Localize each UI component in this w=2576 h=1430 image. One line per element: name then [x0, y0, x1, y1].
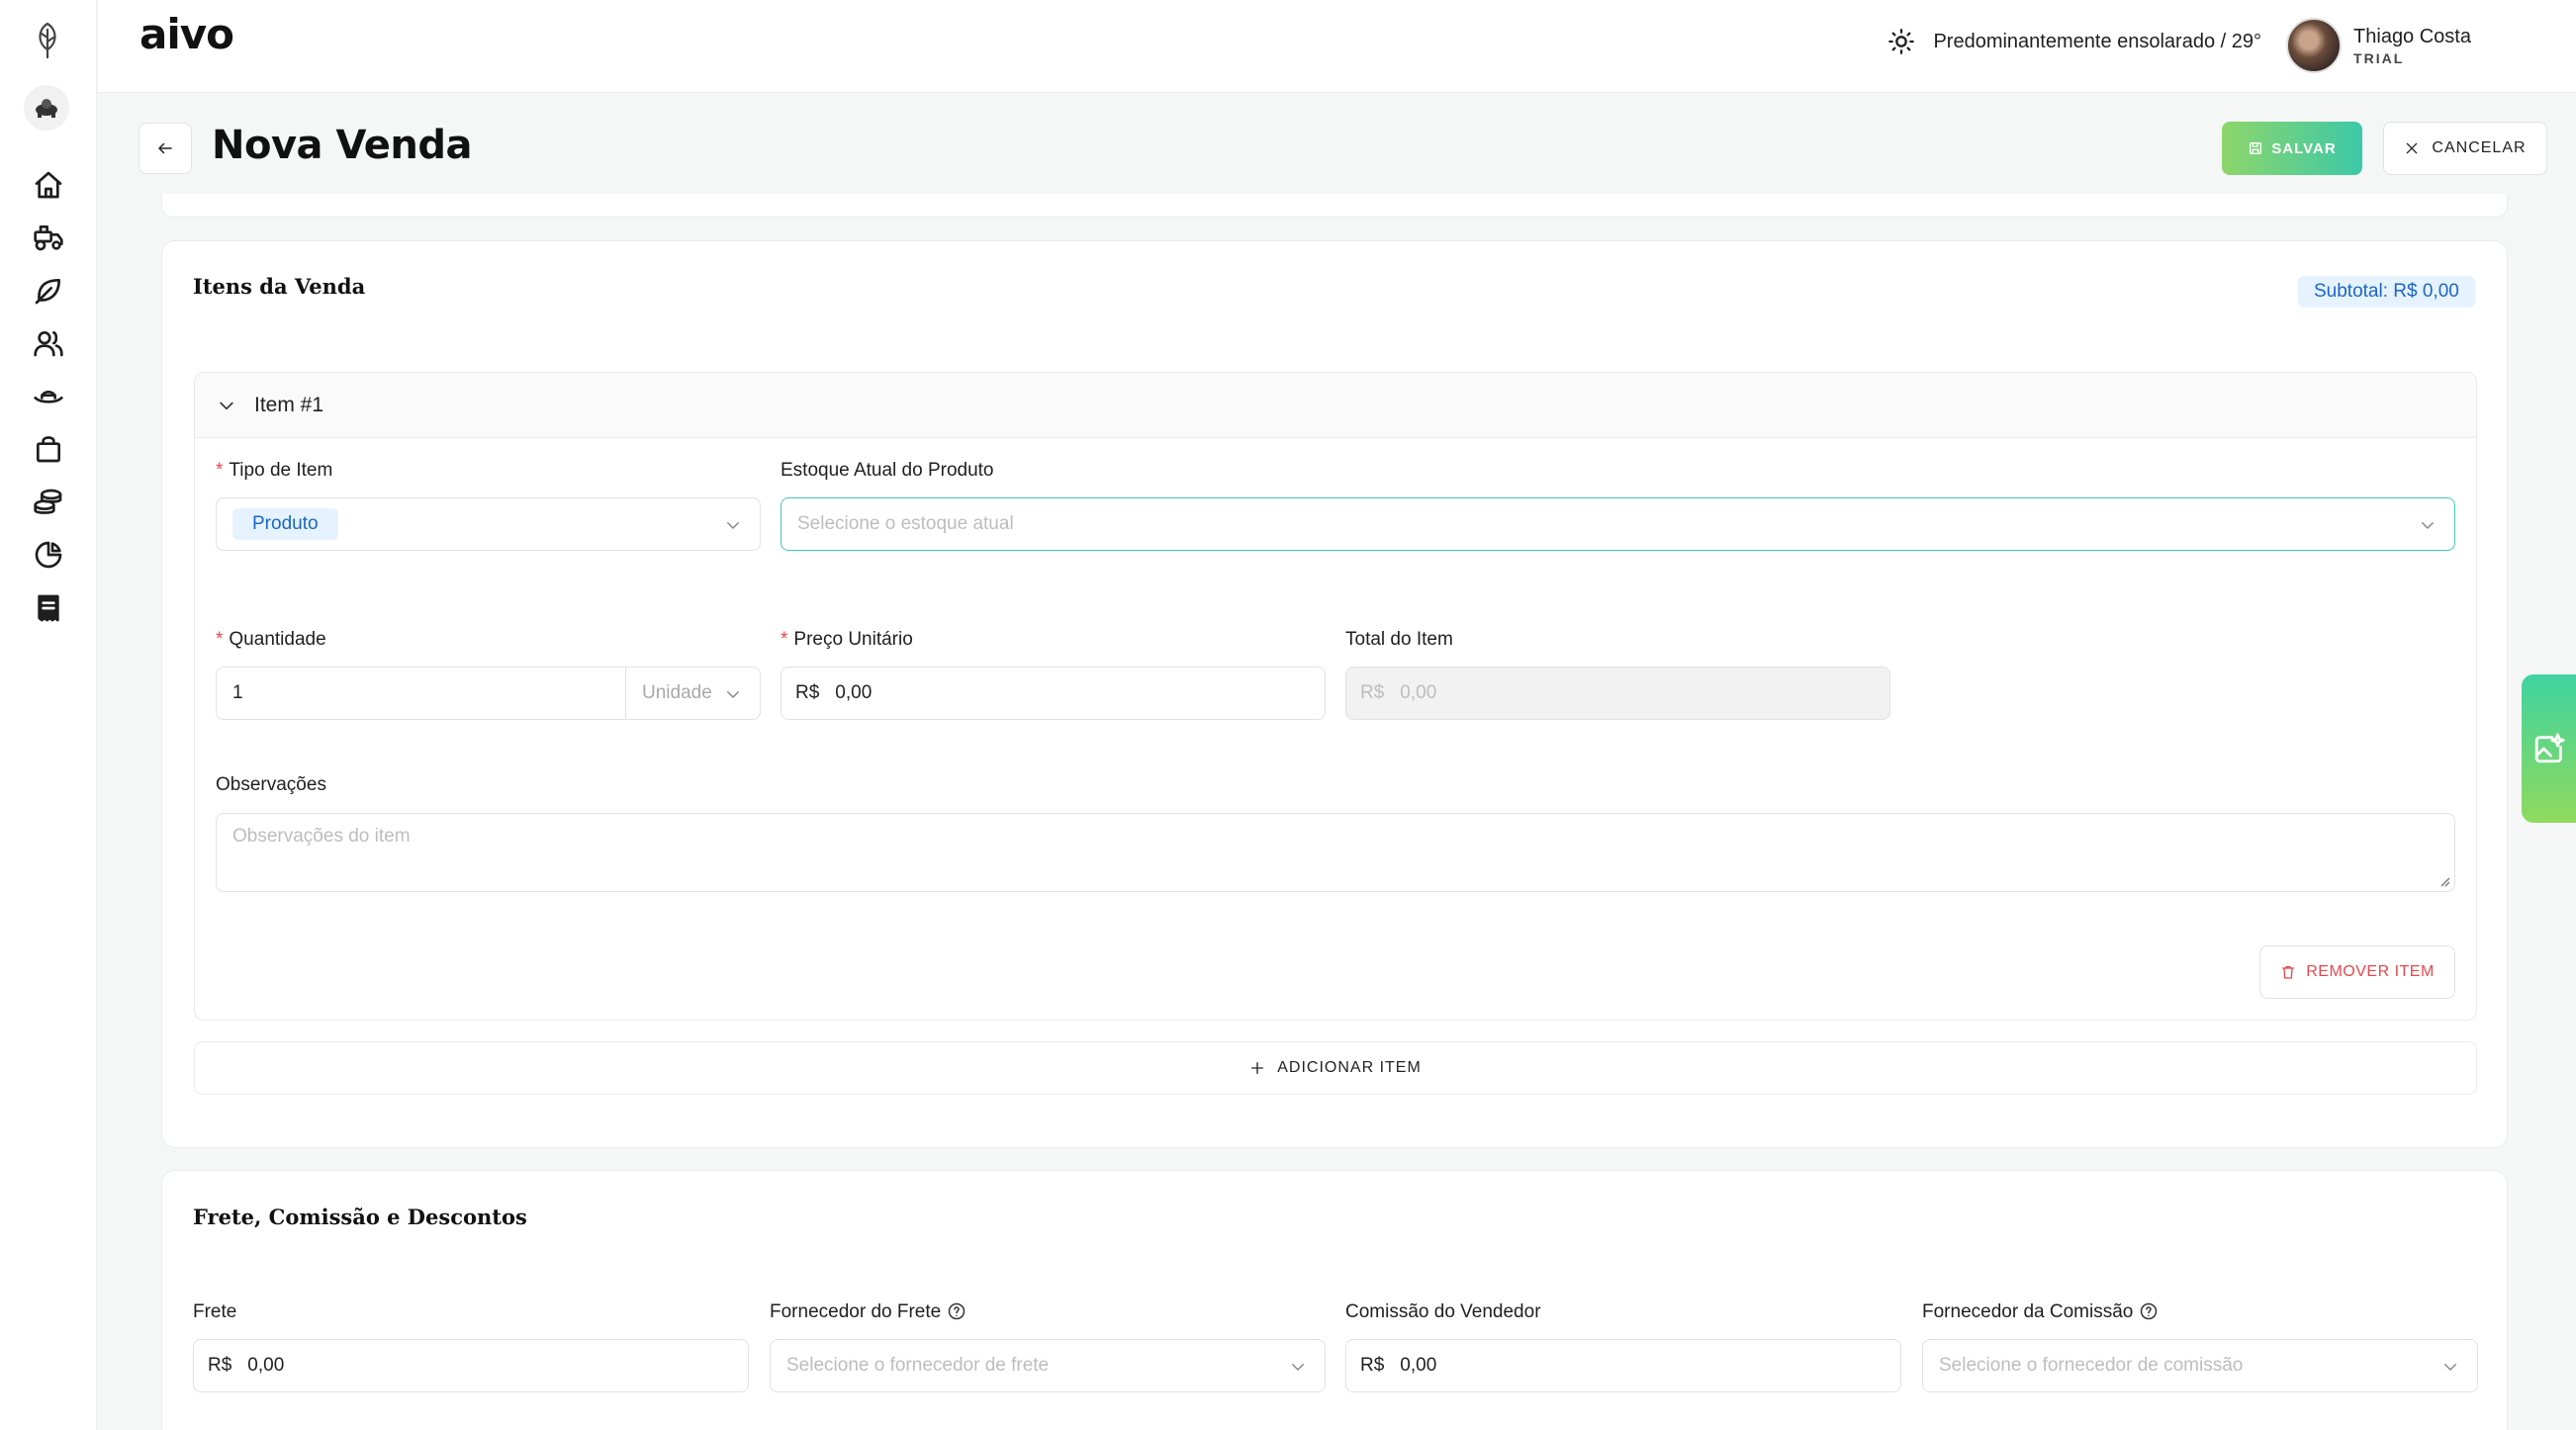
obs-textarea[interactable]: Observações do item [216, 813, 2455, 892]
estoque-select[interactable]: Selecione o estoque atual [781, 497, 2455, 551]
save-button[interactable]: SALVAR [2222, 122, 2362, 175]
avatar[interactable] [2286, 18, 2343, 73]
fornecedor-comissao-label: Fornecedor da Comissão [1922, 1301, 2159, 1323]
plant-logo-icon[interactable] [28, 18, 67, 61]
top-bar: aivo Predominantemente ensolarado / 29° … [98, 0, 2576, 93]
back-button[interactable] [138, 123, 192, 174]
quantidade-value: 1 [232, 682, 243, 703]
comissao-label: Comissão do Vendedor [1345, 1301, 1541, 1322]
coins-icon[interactable] [30, 484, 67, 521]
total-value: 0,00 [1400, 682, 1437, 703]
comissao-input[interactable]: R$ 0,00 [1345, 1339, 1901, 1392]
preco-value: 0,00 [835, 682, 873, 703]
help-circle-icon[interactable] [947, 1301, 966, 1321]
currency-prefix: R$ [1360, 682, 1385, 703]
cancel-label: CANCELAR [2432, 139, 2527, 156]
obs-label: Observações [216, 774, 326, 795]
fornecedor-frete-select[interactable]: Selecione o fornecedor de frete [770, 1339, 1326, 1392]
quantidade-input[interactable]: 1 Unidade [216, 667, 761, 720]
weather-widget: Predominantemente ensolarado / 29° [1887, 28, 2261, 55]
chevron-down-icon [727, 522, 739, 529]
item-title: Item #1 [254, 393, 324, 416]
unidade-placeholder: Unidade [642, 682, 712, 703]
help-circle-icon[interactable] [2139, 1301, 2159, 1321]
arrow-left-icon [158, 142, 172, 154]
cancel-button[interactable]: CANCELAR [2383, 122, 2547, 175]
chevron-down-icon[interactable] [217, 396, 236, 415]
close-icon [2407, 142, 2418, 154]
estoque-placeholder: Selecione o estoque atual [797, 513, 1014, 534]
weather-text: Predominantemente ensolarado / 29° [1933, 30, 2261, 52]
page-title: Nova Venda [212, 123, 472, 168]
obs-placeholder: Observações do item [232, 826, 411, 847]
preco-input[interactable]: R$ 0,00 [781, 667, 1326, 720]
frete-value: 0,00 [247, 1355, 285, 1376]
total-label: Total do Item [1345, 629, 1453, 650]
previous-section-card [161, 194, 2508, 218]
sun-icon [1888, 29, 1915, 54]
unidade-select[interactable]: Unidade [625, 668, 760, 719]
item-header[interactable]: Item #1 [195, 373, 2476, 438]
fornecedor-frete-label: Fornecedor do Frete [770, 1301, 966, 1323]
frete-label: Frete [193, 1301, 237, 1322]
comissao-value: 0,00 [1400, 1355, 1437, 1376]
resize-handle-icon[interactable] [2438, 875, 2450, 887]
leaf-icon[interactable] [30, 272, 67, 310]
preco-label: * Preço Unitário [781, 629, 913, 650]
freight-section-title: Frete, Comissão e Descontos [193, 1205, 527, 1229]
fornecedor-comissao-placeholder: Selecione o fornecedor de comissão [1939, 1355, 2244, 1376]
fornecedor-frete-placeholder: Selecione o fornecedor de frete [786, 1355, 1050, 1376]
farm-avatar-icon[interactable] [24, 85, 69, 131]
chevron-down-icon [1292, 1364, 1304, 1371]
remove-item-label: REMOVER ITEM [2306, 963, 2435, 980]
quantidade-label: * Quantidade [216, 629, 326, 650]
trash-icon [2282, 966, 2295, 979]
hat-icon[interactable] [30, 378, 67, 415]
total-input: R$ 0,00 [1345, 667, 1890, 720]
receipt-icon[interactable] [30, 589, 67, 627]
fornecedor-comissao-select[interactable]: Selecione o fornecedor de comissão [1922, 1339, 2478, 1392]
chevron-down-icon [727, 691, 739, 698]
save-icon [2250, 142, 2262, 154]
currency-prefix: R$ [1360, 1355, 1385, 1376]
items-section-title: Itens da Venda [193, 274, 366, 299]
frete-input[interactable]: R$ 0,00 [193, 1339, 749, 1392]
tractor-icon[interactable] [30, 219, 67, 256]
currency-prefix: R$ [208, 1355, 232, 1376]
plus-icon [1251, 1062, 1264, 1074]
currency-prefix: R$ [795, 682, 820, 703]
user-plan-badge: TRIAL [2353, 49, 2405, 66]
user-name: Thiago Costa [2353, 25, 2471, 47]
user-menu[interactable]: Thiago Costa TRIAL [2286, 18, 2471, 73]
sidebar [0, 0, 97, 1430]
save-label: SALVAR [2271, 139, 2337, 157]
chevron-down-icon [2422, 522, 2434, 529]
users-icon[interactable] [30, 324, 67, 362]
tipo-label: * Tipo de Item [216, 460, 333, 481]
tipo-selected-tag: Produto [232, 508, 338, 540]
brand-logo[interactable]: aivo [139, 10, 234, 58]
ai-assistant-tab[interactable] [2522, 674, 2576, 823]
remove-item-button[interactable]: REMOVER ITEM [2259, 945, 2455, 999]
shopping-bag-icon[interactable] [30, 430, 67, 468]
add-item-button[interactable]: ADICIONAR ITEM [194, 1041, 2477, 1095]
pie-chart-icon[interactable] [30, 536, 67, 574]
home-icon[interactable] [30, 166, 67, 204]
add-item-label: ADICIONAR ITEM [1277, 1059, 1422, 1076]
chevron-down-icon [2444, 1364, 2456, 1371]
tipo-select[interactable]: Produto [216, 497, 761, 551]
estoque-label: Estoque Atual do Produto [781, 460, 994, 481]
subtotal-badge: Subtotal: R$ 0,00 [2298, 276, 2475, 308]
sparkle-image-icon [2534, 733, 2565, 763]
